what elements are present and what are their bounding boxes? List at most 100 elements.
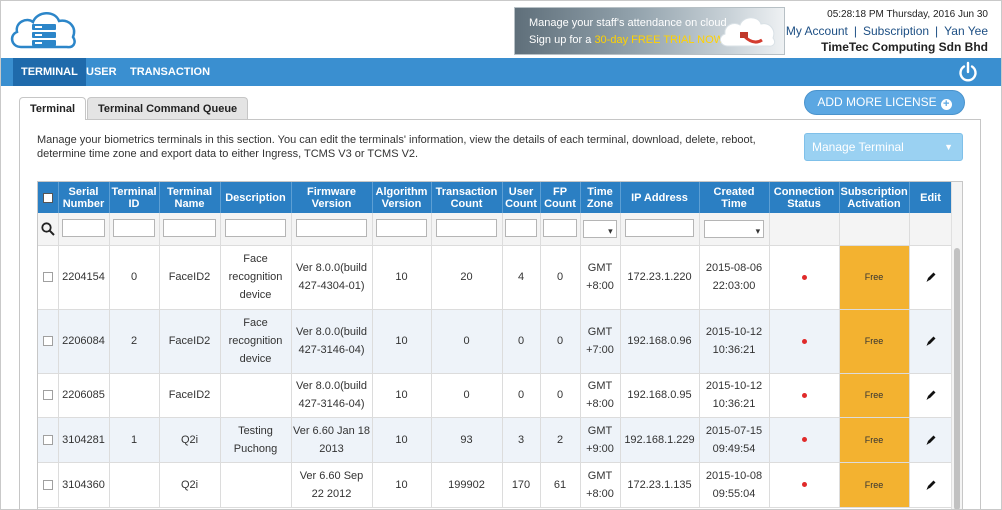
cell-subscription-activation[interactable]: Free (839, 309, 910, 374)
power-icon[interactable] (957, 61, 979, 83)
col-transaction-count[interactable]: Transaction Count (431, 182, 503, 213)
cell-serial-number: 2204154 (58, 245, 110, 310)
my-account-link[interactable]: My Account (786, 24, 848, 38)
cell-ip-address: 192.168.0.95 (620, 373, 700, 418)
filter-timezone-select[interactable] (583, 219, 617, 240)
pencil-edit-icon[interactable] (925, 271, 937, 283)
cell-subscription-activation[interactable]: Free (839, 245, 910, 310)
subscription-link[interactable]: Subscription (863, 24, 929, 38)
current-datetime: 05:28:18 PM Thursday, 2016 Jun 30 (827, 9, 988, 20)
cell-description: Testing Puchong (220, 417, 292, 463)
cloud-server-logo-icon[interactable] (7, 7, 79, 53)
cell-serial-number: 3104360 (58, 462, 110, 508)
cell-algorithm-version: 10 (372, 373, 432, 418)
filter-terminal-name-input[interactable] (163, 219, 216, 237)
search-icon[interactable] (41, 222, 55, 236)
cell-firmware-version: Ver 8.0.0(build 427-3146-04) (291, 373, 373, 418)
filter-user-count-input[interactable] (505, 219, 537, 237)
col-fp-count[interactable]: FP Count (540, 182, 581, 213)
filter-cell (372, 213, 432, 246)
filter-algorithm-input[interactable] (376, 219, 427, 237)
nav-terminal[interactable]: TERMINAL (13, 58, 86, 86)
cell-subscription-activation[interactable]: Free (839, 462, 910, 508)
filter-firmware-input[interactable] (296, 219, 367, 237)
cell-created-time: 2015-10-12 10:36:21 (699, 373, 770, 418)
scrollbar-thumb[interactable] (954, 248, 960, 509)
filter-created-time-select[interactable] (703, 219, 765, 240)
col-connection-status[interactable]: Connection Status (769, 182, 840, 213)
user-name-link[interactable]: Yan Yee (944, 24, 988, 38)
cell-ip-address: 192.168.0.96 (620, 309, 700, 374)
row-checkbox[interactable] (42, 336, 53, 347)
cell-transaction-count: 0 (431, 309, 503, 374)
filter-terminal-id-input[interactable] (112, 219, 156, 237)
col-serial-number[interactable]: Serial Number (58, 182, 110, 213)
col-algorithm-version[interactable]: Algorithm Version (372, 182, 432, 213)
table-scrollbar[interactable] (951, 182, 962, 509)
filter-description-input[interactable] (224, 219, 287, 237)
filter-cell (540, 213, 581, 246)
table-row[interactable]: 3104281 1 Q2i Testing Puchong Ver 6.60 Jan 1… (38, 417, 953, 463)
company-name: TimeTec Computing Sdn Bhd (821, 40, 988, 54)
nav-user[interactable]: USER (78, 58, 125, 86)
filter-cell (291, 213, 373, 246)
tab-terminal-command-queue[interactable]: Terminal Command Queue (87, 97, 249, 119)
cell-ip-address: 192.168.1.229 (620, 417, 700, 463)
cell-created-time: 2015-10-08 09:55:04 (699, 462, 770, 508)
col-description[interactable]: Description (220, 182, 292, 213)
row-checkbox[interactable] (42, 434, 53, 445)
col-time-zone[interactable]: Time Zone (580, 182, 621, 213)
table-row[interactable]: 3104360 Q2i Ver 6.60 Sep 22 2012 10 199902 17… (38, 462, 953, 508)
row-select-cell (38, 309, 59, 374)
cell-fp-count: 61 (540, 462, 581, 508)
add-more-license-button[interactable]: ADD MORE LICENSE + (804, 90, 965, 115)
table-row[interactable]: 2206085 FaceID2 Ver 8.0.0(build 427-3146-0… (38, 373, 953, 418)
pencil-edit-icon[interactable] (925, 479, 937, 491)
row-select-cell (38, 462, 59, 508)
pencil-edit-icon[interactable] (925, 389, 937, 401)
col-firmware-version[interactable]: Firmware Version (291, 182, 373, 213)
cell-edit (909, 417, 953, 463)
cell-subscription-activation[interactable]: Free (839, 417, 910, 463)
manage-terminal-label: Manage Terminal (812, 140, 904, 154)
table-row[interactable]: 2204154 0 FaceID2 Face recognition device Ve… (38, 245, 953, 310)
pencil-edit-icon[interactable] (925, 335, 937, 347)
cell-transaction-count: 20 (431, 245, 503, 310)
cell-connection-status (769, 373, 840, 418)
cell-serial-number: 2206085 (58, 373, 110, 418)
row-checkbox[interactable] (42, 479, 53, 490)
cell-transaction-count: 199902 (431, 462, 503, 508)
cell-edit (909, 309, 953, 374)
filter-fp-count-input[interactable] (543, 219, 577, 237)
col-user-count[interactable]: User Count (502, 182, 541, 213)
terminal-table: Serial Number Terminal ID Terminal Name … (38, 182, 953, 508)
col-ip-address[interactable]: IP Address (620, 182, 700, 213)
filter-cell (580, 213, 621, 246)
cell-edit (909, 373, 953, 418)
filter-serial-input[interactable] (61, 219, 106, 237)
filter-cell-empty (909, 213, 953, 246)
filter-transaction-input[interactable] (435, 219, 498, 237)
cell-connection-status (769, 309, 840, 374)
table-row[interactable]: 2206084 2 FaceID2 Face recognition device Ve… (38, 309, 953, 374)
cell-terminal-id: 1 (109, 417, 160, 463)
col-subscription-activation[interactable]: Subscription Activation (839, 182, 910, 213)
pencil-edit-icon[interactable] (925, 434, 937, 446)
row-checkbox[interactable] (42, 390, 53, 401)
select-all-checkbox[interactable] (42, 192, 53, 203)
col-terminal-id[interactable]: Terminal ID (109, 182, 160, 213)
cell-serial-number: 2206084 (58, 309, 110, 374)
manage-terminal-dropdown[interactable]: Manage Terminal ▼ (804, 133, 963, 161)
cell-terminal-name: FaceID2 (159, 309, 221, 374)
row-checkbox[interactable] (42, 272, 53, 283)
cell-user-count: 170 (502, 462, 541, 508)
free-trial-banner[interactable]: Manage your staff's attendance on cloud … (514, 7, 785, 55)
filter-ip-input[interactable] (625, 219, 694, 237)
filter-search-cell (38, 213, 59, 246)
col-created-time[interactable]: Created Time (699, 182, 770, 213)
cell-subscription-activation[interactable]: Free (839, 373, 910, 418)
tab-terminal[interactable]: Terminal (19, 97, 87, 120)
col-terminal-name[interactable]: Terminal Name (159, 182, 221, 213)
cell-transaction-count: 0 (431, 373, 503, 418)
nav-transaction[interactable]: TRANSACTION (122, 58, 218, 86)
